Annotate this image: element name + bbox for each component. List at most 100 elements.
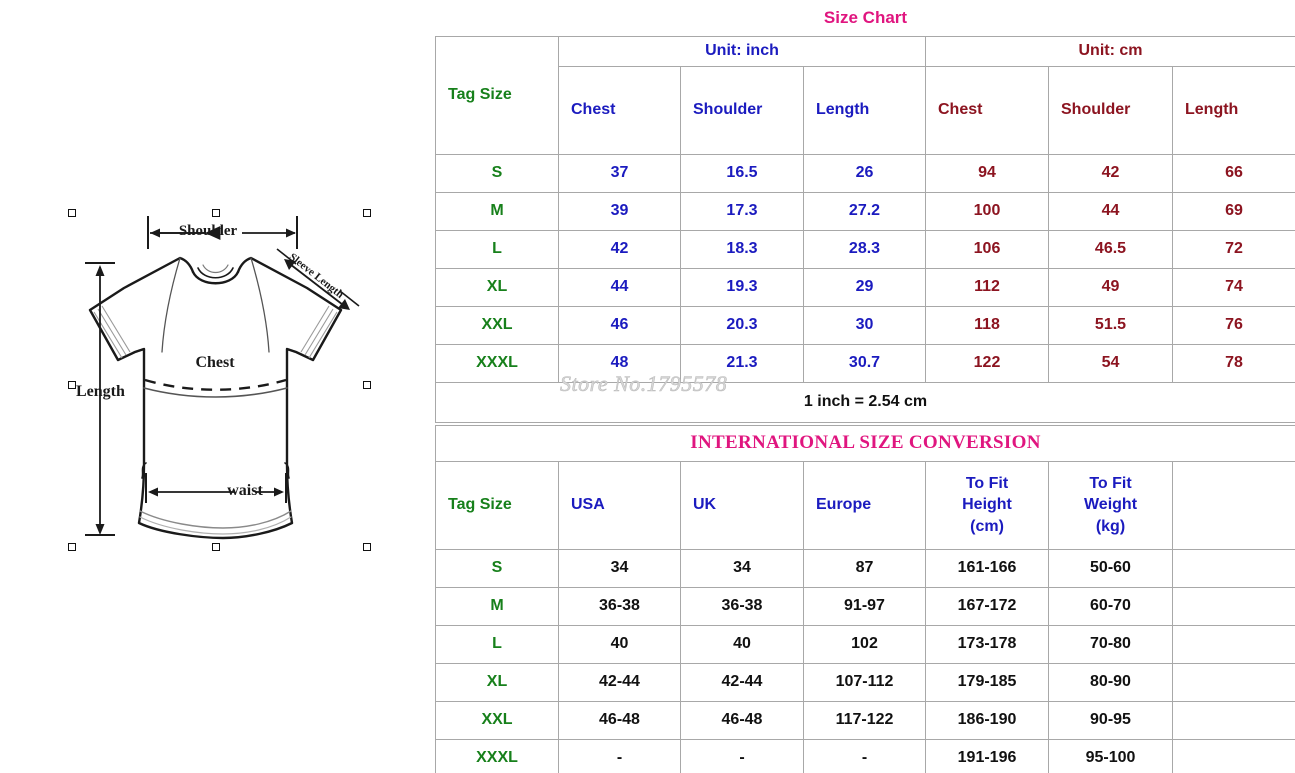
cell-chest-cm: 106 [925, 229, 1049, 269]
cell-empty [1172, 624, 1295, 664]
cell-tag-size: M [435, 586, 559, 626]
cell-weight: 70-80 [1048, 624, 1173, 664]
header-to-fit-height-line2: Height [962, 496, 1012, 514]
diagram-label-shoulder: Shoulder [178, 223, 238, 239]
garment-diagram-pane: Shoulder Sleeve Length Chest Length wais… [0, 0, 435, 773]
cell-empty [1172, 738, 1295, 773]
cell-uk: 42-44 [680, 662, 804, 702]
cell-length-cm: 66 [1172, 153, 1295, 193]
cell-tag-size: S [435, 153, 559, 193]
cell-tag-size: L [435, 229, 559, 269]
cell-uk: 46-48 [680, 700, 804, 740]
cell-tag-size: S [435, 548, 559, 588]
header-to-fit-weight-line3: (kg) [1095, 517, 1126, 535]
cell-shoulder-cm: 49 [1048, 267, 1173, 307]
cell-shoulder-inch: 16.5 [680, 153, 804, 193]
conversion-title-cell: INTERNATIONAL SIZE CONVERSION [435, 424, 1295, 462]
cell-weight: 90-95 [1048, 700, 1173, 740]
header-to-fit-weight-line1: To Fit [1089, 474, 1132, 492]
cell-usa: - [558, 738, 681, 773]
cell-chest-inch: 48 [558, 343, 681, 383]
conversion-title-row: INTERNATIONAL SIZE CONVERSION [435, 424, 1295, 462]
cell-tag-size: M [435, 191, 559, 231]
cell-height: 161-166 [925, 548, 1049, 588]
cell-shoulder-cm: 42 [1048, 153, 1173, 193]
header-unit-inch: Unit: inch [558, 35, 926, 67]
cell-height: 173-178 [925, 624, 1049, 664]
cell-uk: 40 [680, 624, 804, 664]
size-chart-title: Size Chart [823, 7, 908, 27]
cell-weight: 80-90 [1048, 662, 1173, 702]
cell-chest-inch: 46 [558, 305, 681, 345]
cell-height: 191-196 [925, 738, 1049, 773]
table-row: S 34 34 87 161-166 50-60 [435, 548, 1295, 588]
cell-empty [1172, 586, 1295, 626]
table-row: M 39 17.3 27.2 100 44 69 [435, 191, 1295, 231]
cell-empty [1172, 548, 1295, 588]
cell-length-cm: 72 [1172, 229, 1295, 269]
cell-usa: 36-38 [558, 586, 681, 626]
size-chart-column-row: Chest Shoulder Length Chest Shoulder Len… [436, 65, 1295, 155]
table-row: M 36-38 36-38 91-97 167-172 60-70 [435, 586, 1295, 626]
table-row: S 37 16.5 26 94 42 66 [435, 153, 1295, 193]
cell-chest-inch: 37 [558, 153, 681, 193]
cell-tag-size: XXL [435, 700, 559, 740]
diagram-label-chest: Chest [195, 354, 235, 371]
header-length-cm: Length [1172, 65, 1295, 155]
conversion-header-row: Tag Size USA UK Europe To Fit Height (cm… [435, 460, 1295, 550]
header-europe: Europe [803, 460, 926, 550]
cell-uk: 34 [680, 548, 804, 588]
header-shoulder-inch: Shoulder [680, 65, 804, 155]
cell-length-inch: 29 [803, 267, 926, 307]
cell-length-inch: 28.3 [803, 229, 926, 269]
cell-chest-cm: 118 [925, 305, 1049, 345]
cell-europe: 117-122 [803, 700, 926, 740]
table-row: L 40 40 102 173-178 70-80 [435, 624, 1295, 664]
cell-length-inch: 27.2 [803, 191, 926, 231]
cell-tag-size: L [435, 624, 559, 664]
cell-europe: 91-97 [803, 586, 926, 626]
header-chest-inch: Chest [558, 65, 681, 155]
cell-weight: 95-100 [1048, 738, 1173, 773]
header-to-fit-weight-line2: Weight [1083, 496, 1138, 514]
cell-shoulder-inch: 19.3 [680, 267, 804, 307]
header-empty-column [1172, 460, 1295, 550]
header-tag-size-conversion: Tag Size [435, 460, 559, 550]
header-usa: USA [558, 460, 681, 550]
cell-length-cm: 76 [1172, 305, 1295, 345]
table-row: XL 44 19.3 29 112 49 74 [435, 267, 1295, 307]
size-chart-title-cell: Size Chart [435, 0, 1295, 36]
table-row: XXXL - - - 191-196 95-100 [435, 738, 1295, 773]
cell-height: 186-190 [925, 700, 1049, 740]
cell-chest-cm: 122 [925, 343, 1049, 383]
cell-usa: 40 [558, 624, 681, 664]
cell-empty [1172, 700, 1295, 740]
cell-length-inch: 30 [803, 305, 926, 345]
header-chest-cm: Chest [925, 65, 1049, 155]
size-chart-page: Shoulder Sleeve Length Chest Length wais… [0, 0, 1295, 773]
cell-shoulder-cm: 46.5 [1048, 229, 1173, 269]
cell-length-inch: 30.7 [803, 343, 926, 383]
table-row: L 42 18.3 28.3 106 46.5 72 [435, 229, 1295, 269]
cell-weight: 60-70 [1048, 586, 1173, 626]
cell-usa: 34 [558, 548, 681, 588]
cell-tag-size: XL [435, 267, 559, 307]
cell-length-cm: 69 [1172, 191, 1295, 231]
cell-chest-inch: 42 [558, 229, 681, 269]
cell-weight: 50-60 [1048, 548, 1173, 588]
cell-length-cm: 78 [1172, 343, 1295, 383]
cell-shoulder-cm: 44 [1048, 191, 1173, 231]
table-row: XXXL 48 21.3 30.7 122 54 78 [435, 343, 1295, 383]
cell-chest-inch: 44 [558, 267, 681, 307]
header-uk: UK [680, 460, 804, 550]
cell-length-inch: 26 [803, 153, 926, 193]
cell-europe: 87 [803, 548, 926, 588]
garment-diagram[interactable]: Shoulder Sleeve Length Chest Length wais… [60, 205, 380, 560]
cell-usa: 46-48 [558, 700, 681, 740]
cell-europe: 102 [803, 624, 926, 664]
cell-shoulder-inch: 17.3 [680, 191, 804, 231]
size-chart-title-row: Size Chart [435, 0, 1295, 36]
cell-height: 179-185 [925, 662, 1049, 702]
size-chart-table: Size Chart Tag Size Unit: inch Unit: cm … [435, 0, 1295, 423]
cell-uk: 36-38 [680, 586, 804, 626]
